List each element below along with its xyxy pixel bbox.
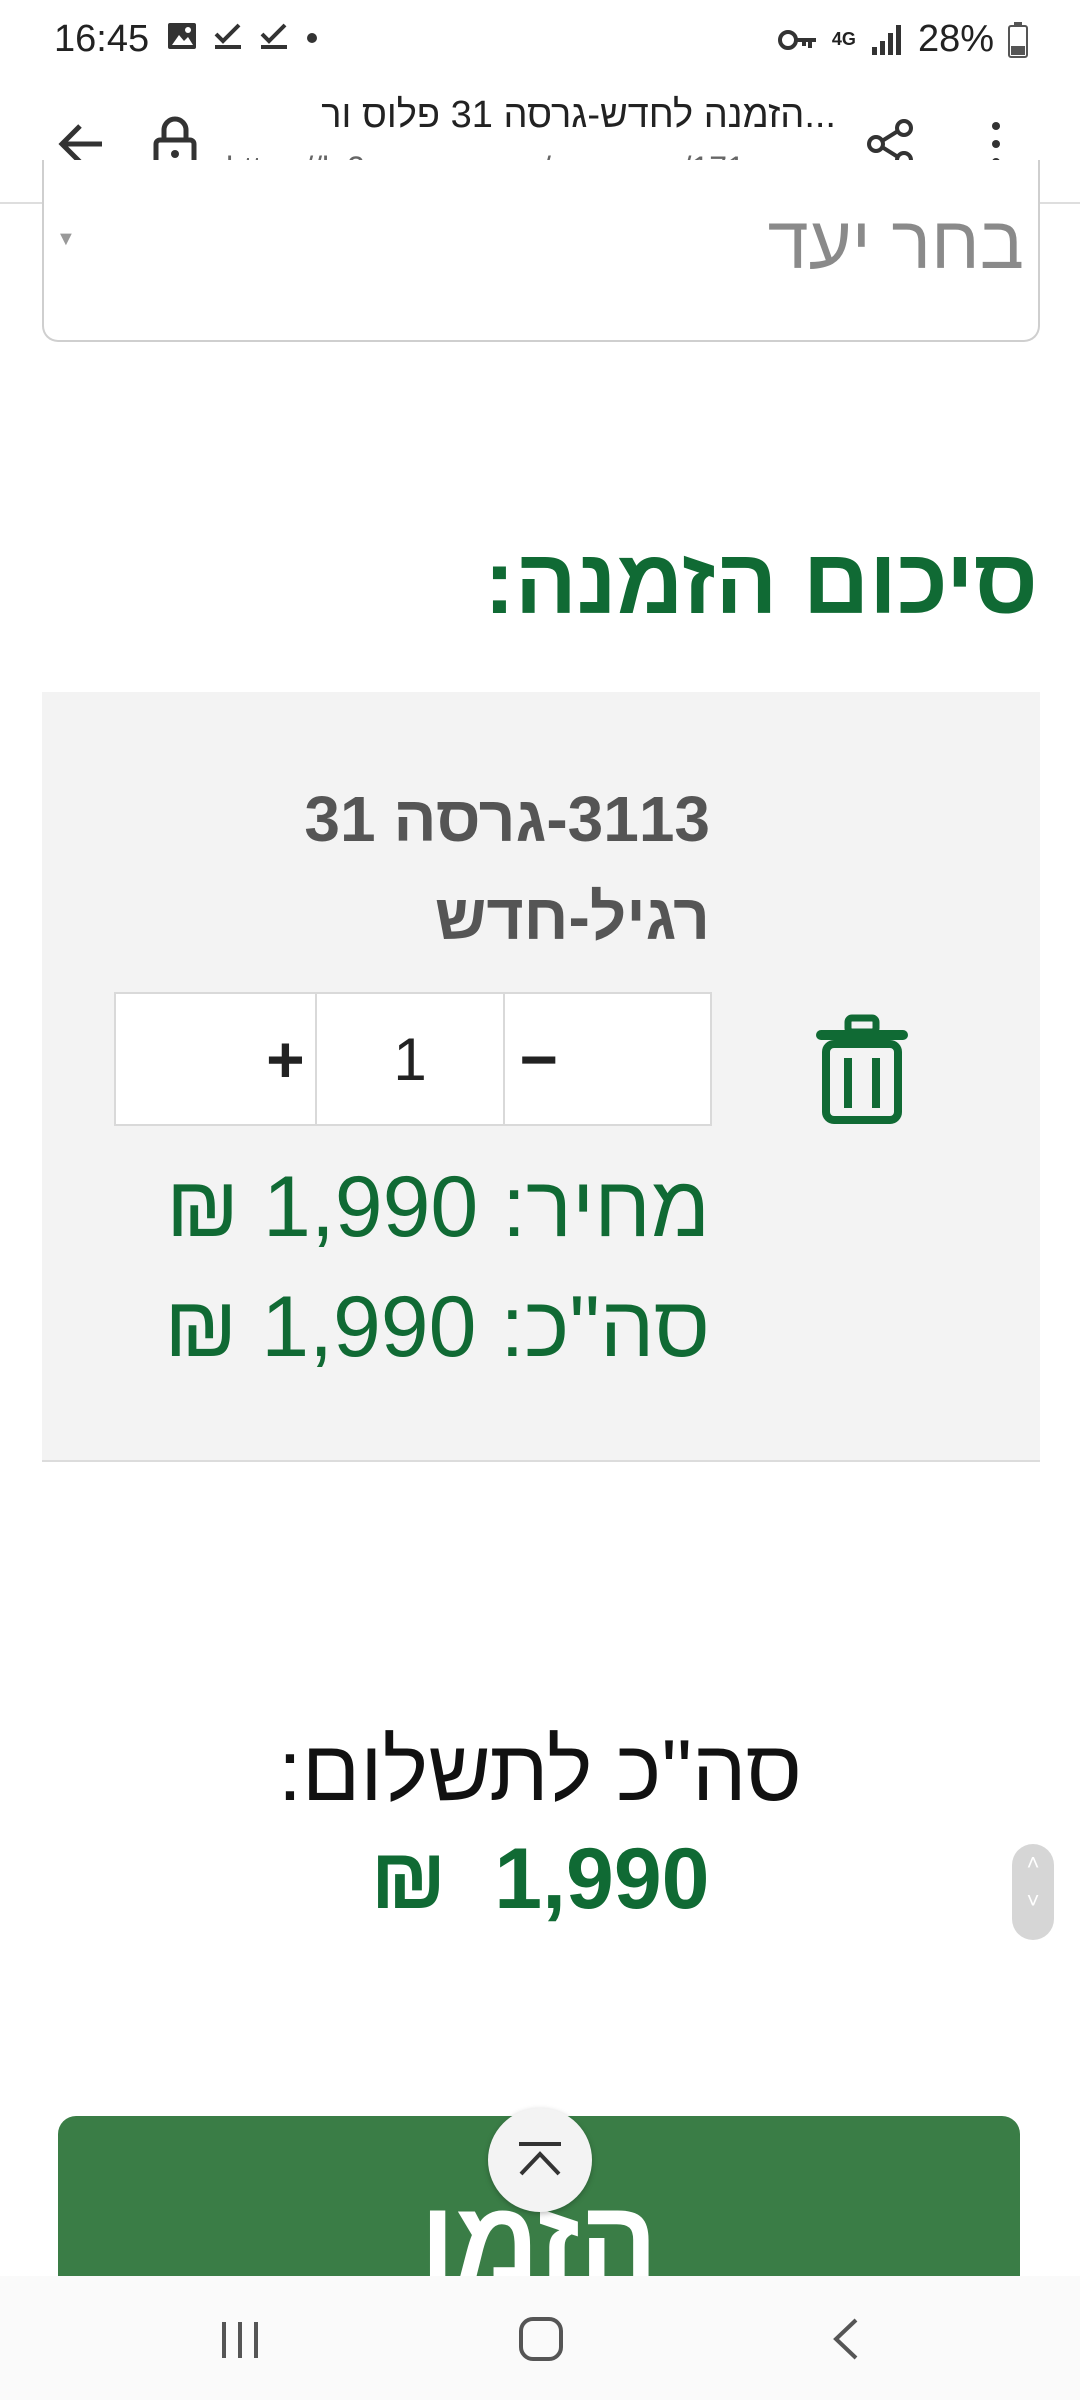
task-check-icon (214, 23, 241, 49)
system-back-icon[interactable] (826, 2314, 866, 2364)
order-summary-title: סיכום הזמנה: (484, 531, 1038, 633)
item-price: מחיר: 1,990 ₪ (166, 1159, 710, 1255)
battery-level: 28% (917, 18, 994, 60)
page-title: הזמנה לחדש-גרסה 31 פלוס ור... (321, 94, 836, 136)
system-navigation-bar (0, 2276, 1080, 2400)
vpn-key-icon (777, 29, 816, 50)
home-icon[interactable] (516, 2314, 566, 2364)
quantity-value[interactable]: 1 (317, 994, 506, 1124)
payment-total-label: סה"כ לתשלום: (277, 1723, 803, 1819)
item-total: סה"כ: 1,990 ₪ (164, 1279, 710, 1375)
gallery-icon (168, 23, 196, 49)
destination-select-value: בחר יעד (767, 201, 1024, 284)
product-name: 3113-גרסה 31 (304, 783, 710, 855)
notification-icons (166, 20, 320, 52)
quantity-increase-button[interactable]: + (116, 994, 317, 1124)
destination-select[interactable]: בחר יעד ▼ (42, 160, 1040, 342)
signal-icon (871, 24, 901, 55)
payment-total-amount: 1,990 ₪ (370, 1831, 710, 1927)
battery-icon (1008, 21, 1028, 58)
status-time: 16:45 (54, 18, 150, 60)
status-bar: 16:45 4G 28% (0, 0, 1080, 80)
task-check-icon (260, 23, 287, 49)
quantity-decrease-button[interactable]: − (505, 994, 710, 1124)
network-type: 4G (831, 29, 856, 49)
dot-icon (307, 33, 317, 43)
dropdown-arrow-icon: ▼ (56, 228, 76, 250)
cart-item-panel: 3113-גרסה 31 רגיל-חדש + 1 − מחיר: 1,990 … (42, 692, 1040, 1462)
scroll-handle[interactable]: ˄ ˅ (1012, 1844, 1054, 1940)
quantity-stepper: + 1 − (114, 992, 712, 1126)
trash-icon[interactable] (812, 1014, 912, 1124)
scroll-up-icon (519, 2142, 561, 2176)
status-right: 4G 28% (777, 18, 1028, 61)
product-variant: רגיל-חדש (434, 881, 710, 953)
recent-apps-icon[interactable] (216, 2318, 264, 2362)
scroll-to-top-button[interactable] (488, 2108, 592, 2212)
